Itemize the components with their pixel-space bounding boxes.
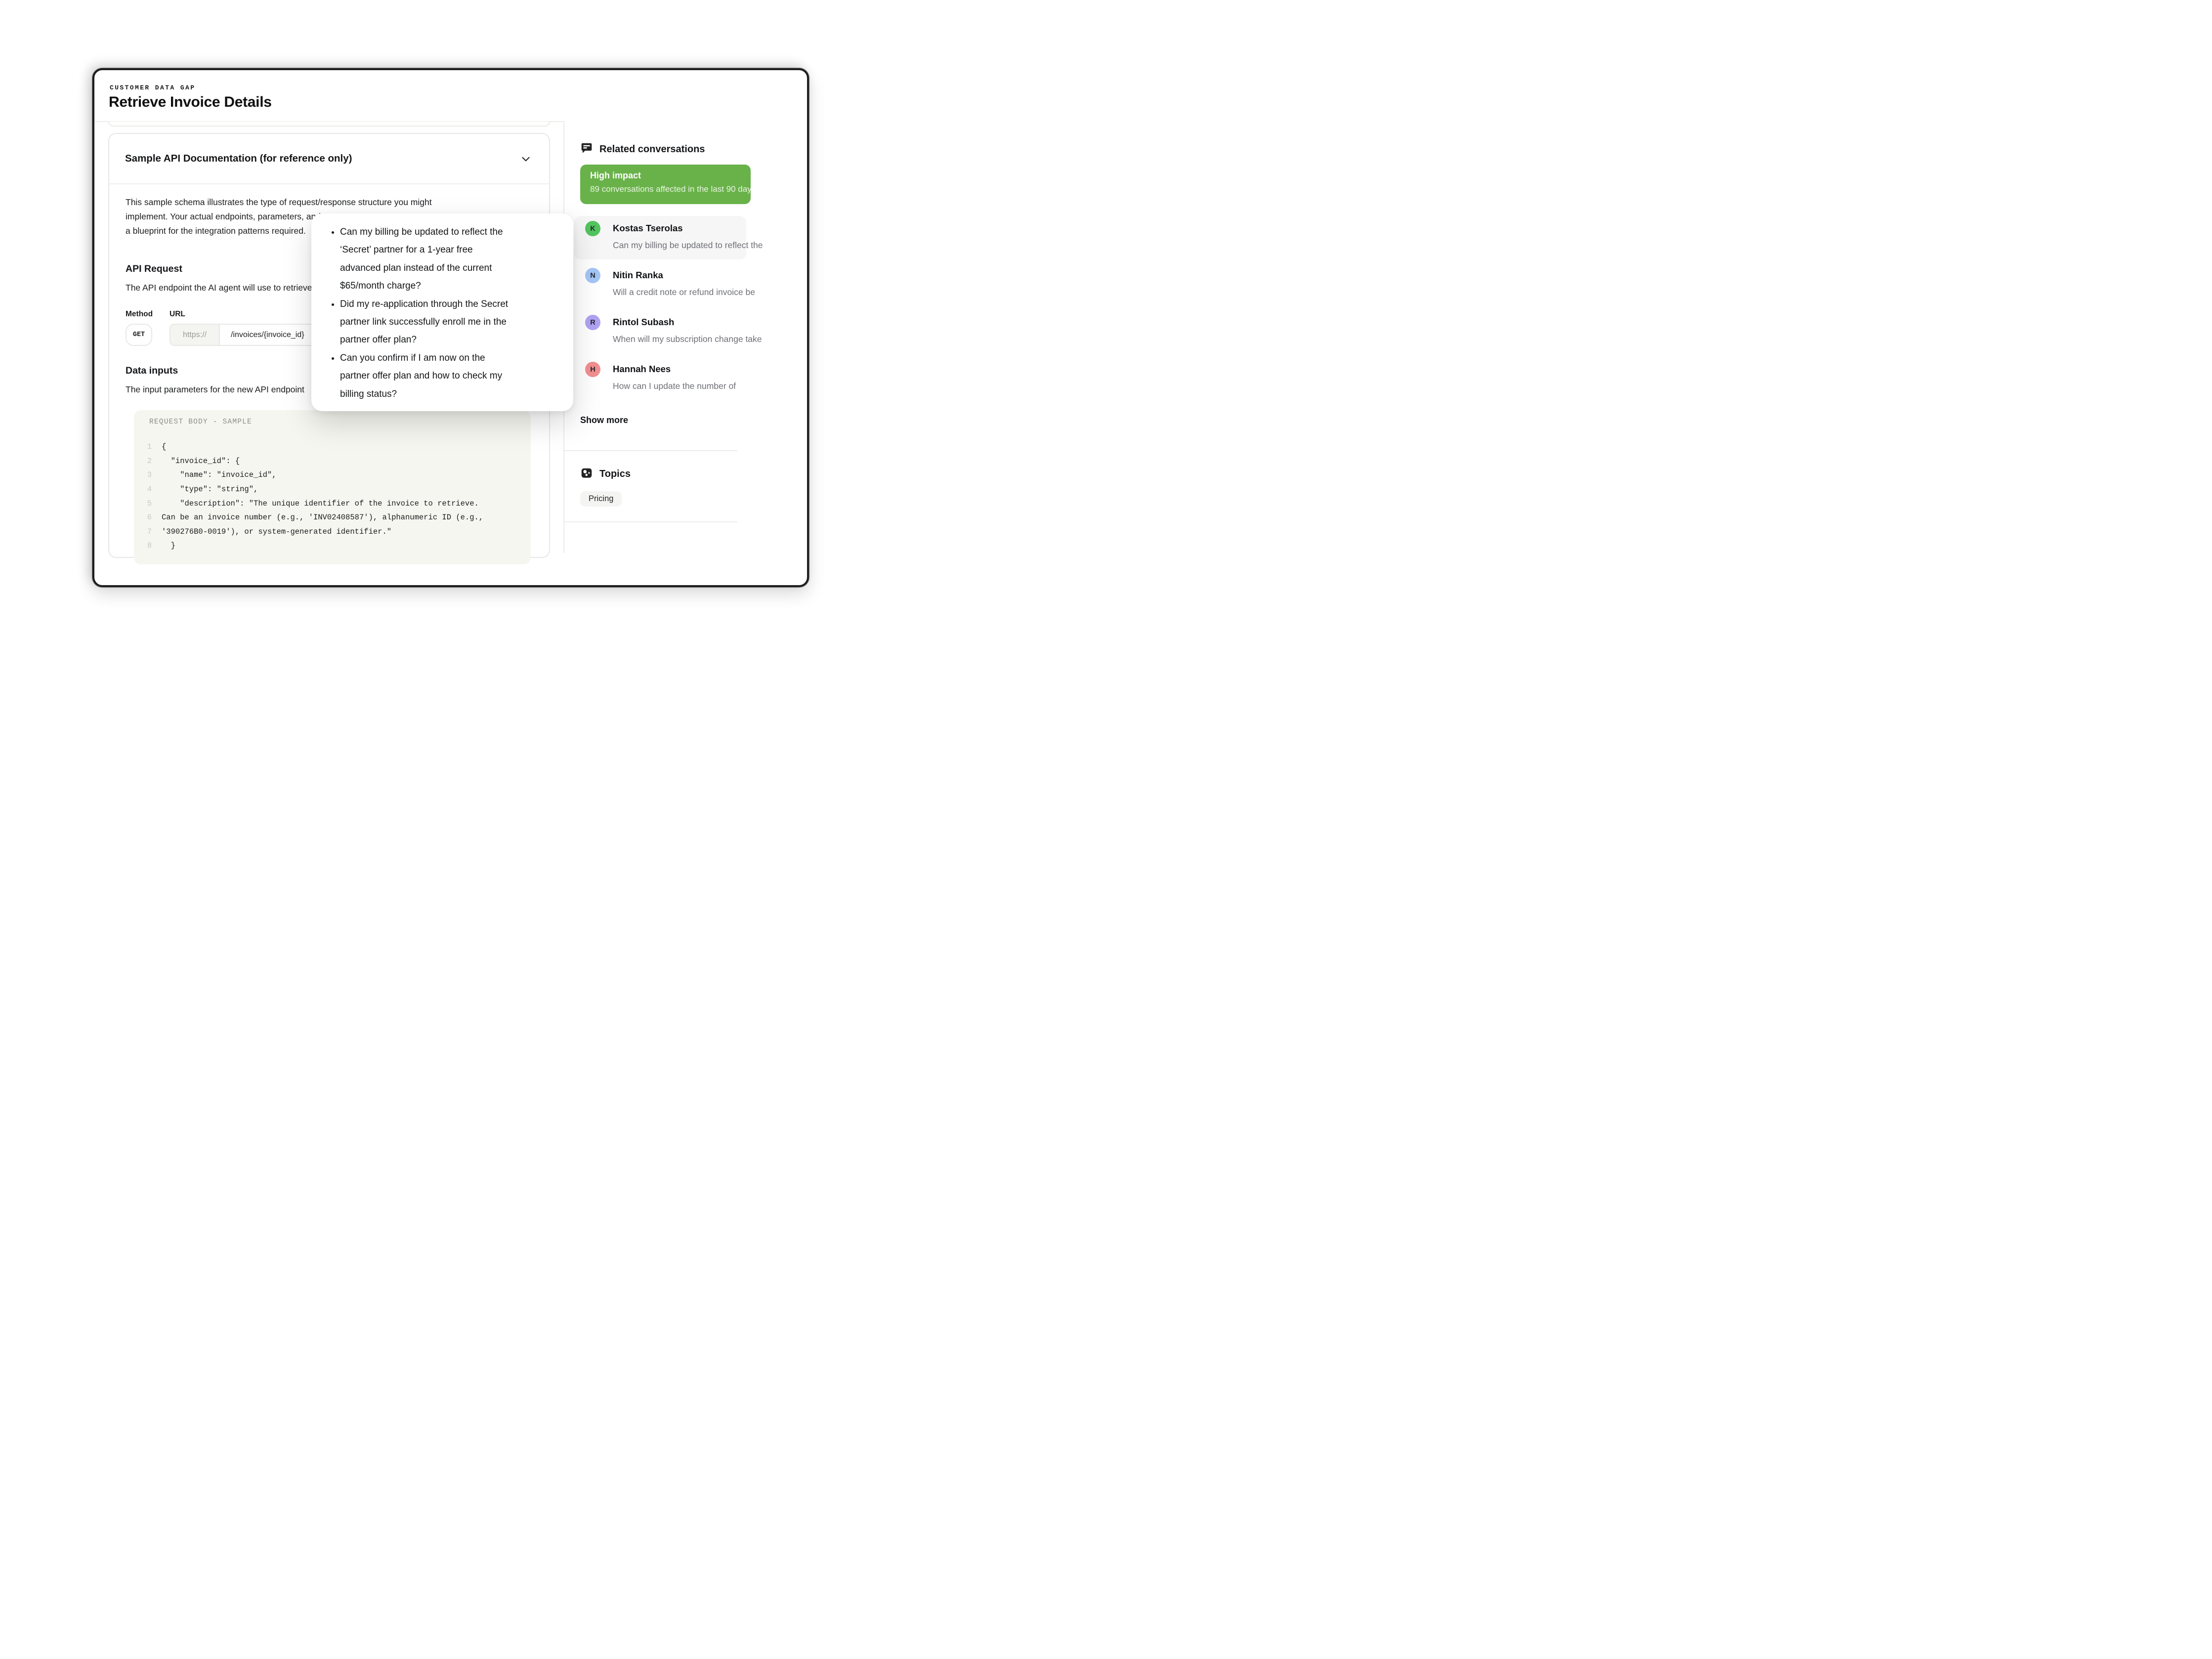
avatar: R <box>585 315 600 330</box>
code-line-number: 4 <box>134 485 152 494</box>
related-conversations-header: Related conversations <box>580 142 705 157</box>
page-title: Retrieve Invoice Details <box>109 94 272 111</box>
conversation-item[interactable]: H Hannah Nees How can I update the number … <box>574 357 746 400</box>
conversation-snippet: Can my billing be updated to reflect the <box>613 240 763 251</box>
conversation-snippet: How can I update the number of <box>613 381 736 391</box>
code-line-number: 1 <box>134 442 152 451</box>
url-path-value: /invoices/{invoice_id} <box>220 325 304 345</box>
contact-name: Nitin Ranka <box>613 270 663 281</box>
code-line: 3 "name": "invoice_id", <box>134 468 531 482</box>
code-line-text: { <box>152 442 166 451</box>
code-block-header: REQUEST BODY - SAMPLE <box>149 418 252 426</box>
avatar: K <box>585 221 600 236</box>
url-label: URL <box>170 310 185 319</box>
high-impact-banner: High impact 89 conversations affected in… <box>580 165 751 204</box>
code-line-text: "description": "The unique identifier of… <box>152 499 479 508</box>
impact-detail: 89 conversations affected in the last 90… <box>590 184 741 194</box>
code-line: 5 "description": "The unique identifier … <box>134 496 531 510</box>
code-line: 2 "invoice_id": { <box>134 454 531 468</box>
topics-title: Topics <box>599 468 631 480</box>
code-line-text: "name": "invoice_id", <box>152 470 277 479</box>
chat-bubble-icon <box>580 142 593 157</box>
related-conversations-title: Related conversations <box>599 144 705 155</box>
sidebar-divider <box>564 450 737 451</box>
page-kicker: CUSTOMER DATA GAP <box>110 84 195 91</box>
url-protocol-prefix: https:// <box>170 325 220 345</box>
code-lines: 1{2 "invoice_id": {3 "name": "invoice_id… <box>134 440 531 553</box>
code-line-number: 7 <box>134 527 152 536</box>
request-body-code-block: REQUEST BODY - SAMPLE 1{2 "invoice_id": … <box>134 410 531 564</box>
customer-question-bullet: Did my re-application through the Secret… <box>340 296 561 349</box>
code-line-text: Can be an invoice number (e.g., 'INV0240… <box>152 513 483 522</box>
customer-questions-popover: Can my billing be updated to reflect the… <box>311 213 573 411</box>
code-line-number: 6 <box>134 513 152 522</box>
conversation-item[interactable]: KKostas TserolasCan my billing be update… <box>574 216 746 259</box>
contact-name: Hannah Nees <box>613 364 671 375</box>
sidebar-divider-2 <box>564 521 737 522</box>
code-line-number: 8 <box>134 541 152 550</box>
conversation-item[interactable]: RRintol SubashWhen will my subscription … <box>574 310 746 353</box>
code-line: 8 } <box>134 539 531 553</box>
code-line-text: "type": "string", <box>152 485 258 494</box>
method-selector[interactable]: GET <box>126 324 152 346</box>
code-line-text: '390276B0-0019'), or system-generated id… <box>152 527 391 536</box>
method-label: Method <box>126 310 153 319</box>
impact-label: High impact <box>590 170 741 181</box>
code-line-text: "invoice_id": { <box>152 457 240 466</box>
previous-card-bottom-edge <box>108 122 550 127</box>
api-request-description: The API endpoint the AI agent will use t… <box>126 283 312 293</box>
collapse-card-button[interactable] <box>519 153 532 166</box>
code-line: 1{ <box>134 440 531 454</box>
code-line-number: 3 <box>134 470 152 479</box>
contact-name: Kostas Tserolas <box>613 223 683 234</box>
api-request-heading: API Request <box>126 263 182 275</box>
code-line-text: } <box>152 541 175 550</box>
code-line: 4 "type": "string", <box>134 482 531 497</box>
conversation-snippet: Will a credit note or refund invoice be <box>613 287 755 298</box>
avatar: H <box>585 362 600 377</box>
code-line-number: 5 <box>134 499 152 508</box>
topic-chip[interactable]: Pricing <box>580 491 622 507</box>
conversation-item[interactable]: NNitin RankaWill a credit note or refund… <box>574 263 746 306</box>
avatar: N <box>585 268 600 283</box>
customer-question-bullet: Can my billing be updated to reflect the… <box>340 223 561 296</box>
customer-question-bullet: Can you confirm if I am now on thepartne… <box>340 349 561 403</box>
contact-name: Rintol Subash <box>613 317 674 328</box>
api-doc-card-title: Sample API Documentation (for reference … <box>125 153 352 165</box>
topics-icon <box>580 467 593 482</box>
data-inputs-description: The input parameters for the new API end… <box>126 384 304 395</box>
data-inputs-heading: Data inputs <box>126 365 178 377</box>
topics-header: Topics <box>580 467 631 482</box>
doc-intro-line: This sample schema illustrates the type … <box>126 195 432 210</box>
show-more-link[interactable]: Show more <box>580 415 628 425</box>
card-header-divider <box>109 183 549 184</box>
code-line: 7'390276B0-0019'), or system-generated i… <box>134 525 531 539</box>
chevron-down-icon <box>519 160 532 167</box>
conversation-snippet: When will my subscription change take <box>613 334 762 344</box>
code-line-number: 2 <box>134 457 152 466</box>
code-line: 6Can be an invoice number (e.g., 'INV024… <box>134 510 531 525</box>
